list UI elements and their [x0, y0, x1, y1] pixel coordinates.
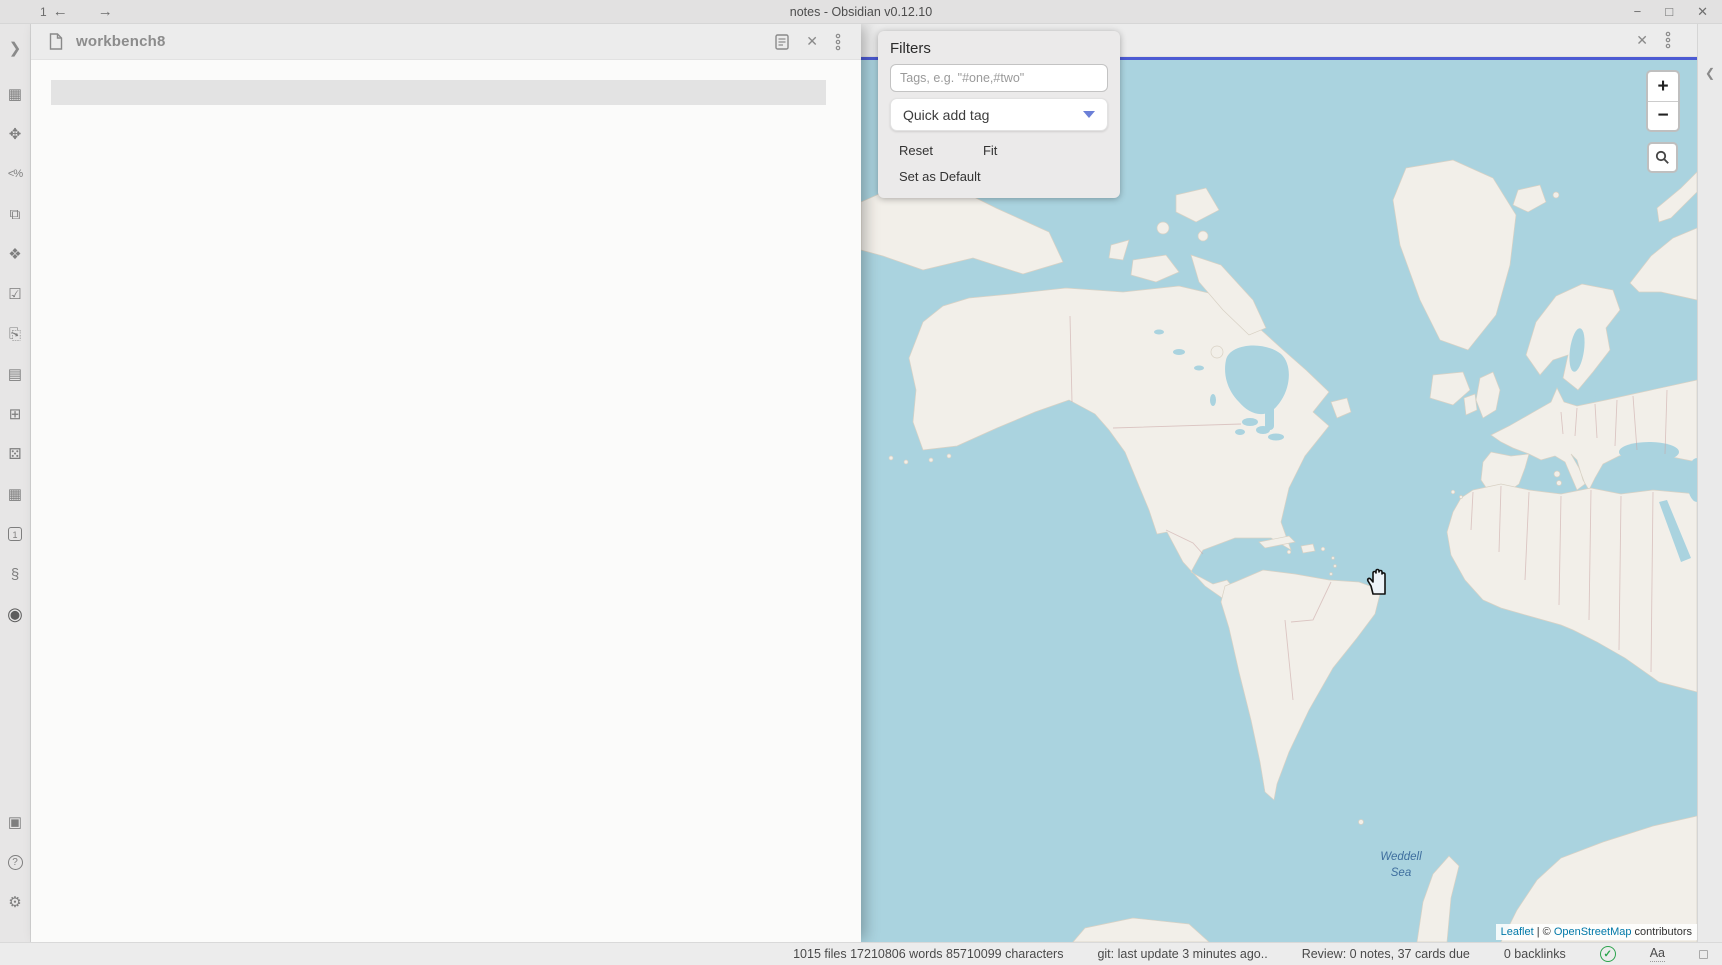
filters-title: Filters: [890, 40, 1108, 57]
reset-button[interactable]: Reset: [899, 143, 933, 158]
leaflet-link[interactable]: Leaflet: [1501, 926, 1534, 938]
attribution-contributors: contributors: [1631, 926, 1692, 938]
copy-files-icon[interactable]: ⎘: [5, 324, 25, 344]
magnifier-icon: [1655, 150, 1670, 165]
statusbar: 1015 files 17210806 words 85710099 chara…: [0, 942, 1722, 965]
back-arrow-icon[interactable]: ←: [53, 3, 68, 20]
map-search-button[interactable]: [1647, 142, 1678, 173]
zoom-out-button[interactable]: −: [1648, 101, 1678, 130]
quick-add-tag-select[interactable]: Quick add tag: [890, 98, 1108, 131]
titlebar: 1 ← → notes - Obsidian v0.12.10 − □ ✕: [0, 0, 1722, 24]
map-more-options-icon[interactable]: [1665, 31, 1671, 49]
settings-icon[interactable]: ⚙: [5, 892, 25, 912]
cord-icon[interactable]: §: [5, 564, 25, 584]
expand-sidebar-icon[interactable]: ❯: [5, 38, 25, 58]
table-gear-icon[interactable]: ▦: [5, 484, 25, 504]
window-title: notes - Obsidian v0.12.10: [0, 5, 1722, 19]
empty-line-highlight[interactable]: [51, 80, 826, 105]
right-sidebar-collapsed: ❮: [1697, 24, 1722, 942]
blocks-icon[interactable]: ⊞: [5, 404, 25, 424]
pane-map: ✕: [861, 24, 1697, 942]
daily-note-number: 1: [8, 527, 22, 541]
pane-workbench8: workbench8 ✕: [31, 24, 861, 942]
file-icon: [49, 33, 63, 50]
quick-add-tag-label: Quick add tag: [903, 107, 989, 123]
workbench8-header: workbench8 ✕: [31, 24, 861, 60]
minimize-button[interactable]: −: [1634, 5, 1642, 18]
left-ribbon: ❯ ▦ ✥ <% ⧉ ❖ ☑ ⎘ ▤ ⊞ ⚄ ▦ 1 § ◉ ▣ ? ⚙: [0, 24, 31, 942]
backlinks-count: 0 backlinks: [1504, 947, 1566, 961]
slides-icon[interactable]: ⧉: [5, 204, 25, 224]
map-filters-panel: Filters Quick add tag Reset Fit Set as D…: [878, 31, 1120, 198]
map-attribution: Leaflet | © OpenStreetMap contributors: [1496, 924, 1697, 940]
forward-arrow-icon[interactable]: →: [98, 3, 113, 20]
table-icon[interactable]: ▦: [5, 84, 25, 104]
tags-filter-input[interactable]: [890, 64, 1108, 92]
attribution-separator: | ©: [1534, 926, 1554, 938]
maximize-button[interactable]: □: [1665, 5, 1673, 18]
openstreetmap-link[interactable]: OpenStreetMap: [1554, 926, 1632, 938]
daily-note-icon[interactable]: 1: [5, 524, 25, 544]
reading-view-icon[interactable]: [775, 34, 789, 50]
dropdown-arrow-icon: [1083, 111, 1095, 118]
review-status[interactable]: Review: 0 notes, 37 cards due: [1302, 947, 1470, 961]
templater-icon[interactable]: <%: [5, 164, 25, 184]
graph-icon[interactable]: ❖: [5, 244, 25, 264]
sync-check-icon[interactable]: ✓: [1600, 946, 1616, 962]
globe-map-icon[interactable]: ◉: [5, 604, 25, 624]
card-stack-icon[interactable]: ▤: [5, 364, 25, 384]
text-format-toggle[interactable]: Aa: [1650, 946, 1665, 962]
more-options-icon[interactable]: [835, 33, 841, 51]
help-question-mark: ?: [8, 855, 23, 870]
weddell-sea-label: Weddell: [1380, 851, 1422, 863]
fit-button[interactable]: Fit: [983, 143, 997, 158]
hand-cursor: [1366, 568, 1392, 601]
nav-history-count: 1: [40, 5, 47, 19]
screen-capture-icon[interactable]: ▣: [5, 812, 25, 832]
zoom-in-button[interactable]: +: [1648, 72, 1678, 101]
git-status[interactable]: git: last update 3 minutes ago..: [1097, 947, 1267, 961]
editor-area[interactable]: [31, 60, 861, 942]
set-as-default-button[interactable]: Set as Default: [899, 169, 981, 184]
help-icon[interactable]: ?: [5, 852, 25, 872]
weddell-sea-label-2: Sea: [1391, 867, 1411, 879]
close-window-button[interactable]: ✕: [1697, 5, 1708, 18]
expand-right-sidebar-icon[interactable]: ❮: [1705, 66, 1715, 80]
status-mini-icon[interactable]: [1699, 950, 1708, 959]
dice-icon[interactable]: ⚄: [5, 444, 25, 464]
pane-title: workbench8: [76, 33, 166, 50]
file-stats: 1015 files 17210806 words 85710099 chara…: [793, 947, 1063, 961]
pan-arrows-icon[interactable]: ✥: [5, 124, 25, 144]
map-zoom-control: + −: [1646, 70, 1680, 132]
calendar-check-icon[interactable]: ☑: [5, 284, 25, 304]
close-map-pane-icon[interactable]: ✕: [1636, 32, 1648, 49]
close-pane-icon[interactable]: ✕: [806, 33, 818, 50]
workspace: ❯ ▦ ✥ <% ⧉ ❖ ☑ ⎘ ▤ ⊞ ⚄ ▦ 1 § ◉ ▣ ? ⚙ wor…: [0, 24, 1722, 942]
